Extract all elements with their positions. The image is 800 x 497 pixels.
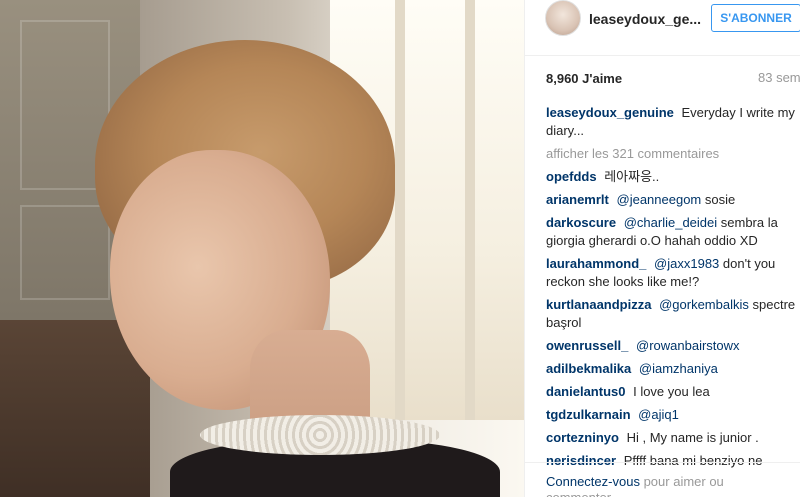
comment-text: Hi , My name is junior .	[626, 430, 759, 445]
comment-username[interactable]: owenrussell_	[546, 338, 628, 353]
comment-mention[interactable]: @jeanneegom	[617, 192, 702, 207]
comment-item: arianemrlt @jeanneegom sosie	[546, 191, 796, 209]
comment-username[interactable]: arianemrlt	[546, 192, 609, 207]
caption: leaseydoux_genuine Everyday I write my d…	[546, 104, 796, 140]
comment-mention[interactable]: @charlie_deidei	[624, 215, 717, 230]
comment-mention[interactable]: @iamzhaniya	[639, 361, 718, 376]
comment-username[interactable]: adilbekmalika	[546, 361, 631, 376]
login-prompt-text: Connectez-vous pour aimer ou commenter.	[546, 474, 766, 497]
login-link[interactable]: Connectez-vous	[546, 474, 640, 489]
comment-item: adilbekmalika @iamzhaniya	[546, 360, 796, 378]
follow-button[interactable]: S'ABONNER	[711, 4, 800, 32]
likes-row: 8,960 J'aime 83 sem	[546, 70, 800, 88]
comment-item: owenrussell_ @rowanbairstowx	[546, 337, 796, 355]
lace-collar	[200, 415, 440, 455]
header-username[interactable]: leaseydoux_ge...	[589, 11, 701, 27]
post-sidebar: leaseydoux_ge... S'ABONNER 8,960 J'aime …	[524, 0, 800, 497]
wall-molding	[20, 205, 110, 300]
comment-mention[interactable]: @jaxx1983	[654, 256, 719, 271]
load-more-comments[interactable]: afficher les 321 commentaires	[546, 145, 796, 163]
comment-item: opefdds 레아짜응..	[546, 168, 796, 186]
caption-username[interactable]: leaseydoux_genuine	[546, 105, 674, 120]
comment-item: kurtlanaandpizza @gorkembalkis spectre b…	[546, 296, 796, 332]
comment-username[interactable]: opefdds	[546, 169, 597, 184]
comment-mention[interactable]: @rowanbairstowx	[636, 338, 740, 353]
comment-username[interactable]: tgdzulkarnain	[546, 407, 631, 422]
post-header: leaseydoux_ge... S'ABONNER	[525, 0, 800, 56]
comment-item: laurahammond_ @jaxx1983 don't you reckon…	[546, 255, 796, 291]
comment-username[interactable]: cortezninyo	[546, 430, 619, 445]
comment-username[interactable]: darkoscure	[546, 215, 616, 230]
like-count[interactable]: 8,960 J'aime	[546, 71, 622, 86]
window-mullion	[395, 0, 405, 420]
comment-text: 레아짜응..	[604, 169, 660, 184]
window-mullion	[465, 0, 475, 420]
post-photo[interactable]	[0, 0, 524, 497]
comment-mention[interactable]: @gorkembalkis	[659, 297, 749, 312]
comment-mention[interactable]: @ajiq1	[638, 407, 679, 422]
comment-item: darkoscure @charlie_deidei sembra la gio…	[546, 214, 796, 250]
comment-list: leaseydoux_genuine Everyday I write my d…	[546, 104, 796, 475]
comment-username[interactable]: danielantus0	[546, 384, 625, 399]
comment-item: danielantus0 I love you lea	[546, 383, 796, 401]
comment-item: tgdzulkarnain @ajiq1	[546, 406, 796, 424]
comment-username[interactable]: laurahammond_	[546, 256, 646, 271]
comment-username[interactable]: kurtlanaandpizza	[546, 297, 651, 312]
comment-item: cortezninyo Hi , My name is junior .	[546, 429, 796, 447]
comment-text: I love you lea	[633, 384, 710, 399]
post-time[interactable]: 83 sem	[758, 70, 800, 85]
comment-text: sosie	[704, 192, 736, 207]
avatar[interactable]	[545, 0, 581, 36]
login-prompt: Connectez-vous pour aimer ou commenter.	[525, 462, 800, 497]
